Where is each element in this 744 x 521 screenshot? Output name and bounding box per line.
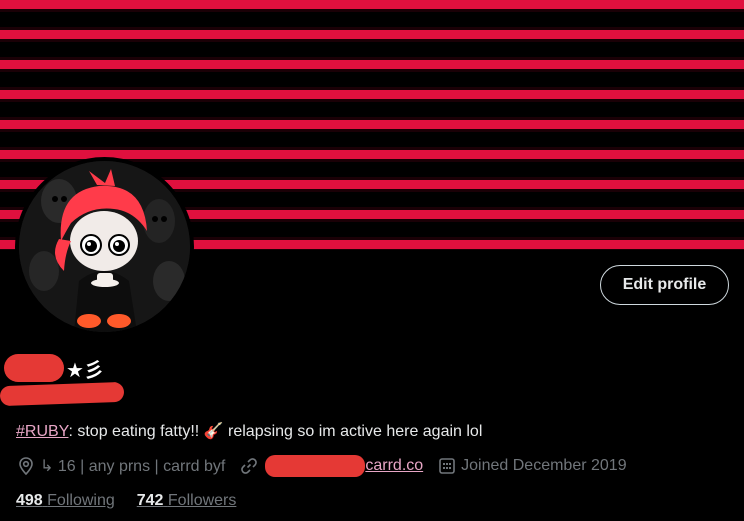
calendar-icon xyxy=(437,456,457,476)
display-name-suffix: ★彡 xyxy=(66,359,104,382)
profile-joined-date: Joined December 2019 xyxy=(461,457,627,474)
followers-link[interactable]: 742 Followers xyxy=(137,492,237,510)
avatar[interactable] xyxy=(15,157,194,336)
following-link[interactable]: 498 Following xyxy=(16,492,115,510)
following-label: Following xyxy=(47,492,115,509)
bio-text: : stop eating fatty!! 🎸 relapsing so im … xyxy=(68,423,483,440)
avatar-image xyxy=(19,161,190,332)
bio-hashtag-link[interactable]: #RUBY xyxy=(16,423,68,440)
profile-location: ↳ 16 | any prns | carrd byf xyxy=(40,458,226,475)
profile-bio: #RUBY: stop eating fatty!! 🎸 relapsing s… xyxy=(16,421,482,441)
display-name: ★彡 xyxy=(4,353,104,383)
link-redaction xyxy=(265,455,366,477)
handle-redaction xyxy=(0,381,125,407)
location-pin-icon xyxy=(16,456,36,476)
followers-count: 742 xyxy=(136,492,164,509)
profile-link-text: carrd.co xyxy=(365,457,424,474)
profile-website-link[interactable]: carrd.co xyxy=(263,455,423,477)
name-redaction xyxy=(4,354,64,382)
edit-profile-button[interactable]: Edit profile xyxy=(600,265,729,305)
profile-meta: ↳ 16 | any prns | carrd byf carrd.co Joi… xyxy=(16,455,627,477)
profile-stats: 498 Following 742 Followers xyxy=(16,492,236,510)
followers-label: Followers xyxy=(167,492,237,509)
link-icon xyxy=(239,456,259,476)
following-count: 498 xyxy=(16,492,43,509)
